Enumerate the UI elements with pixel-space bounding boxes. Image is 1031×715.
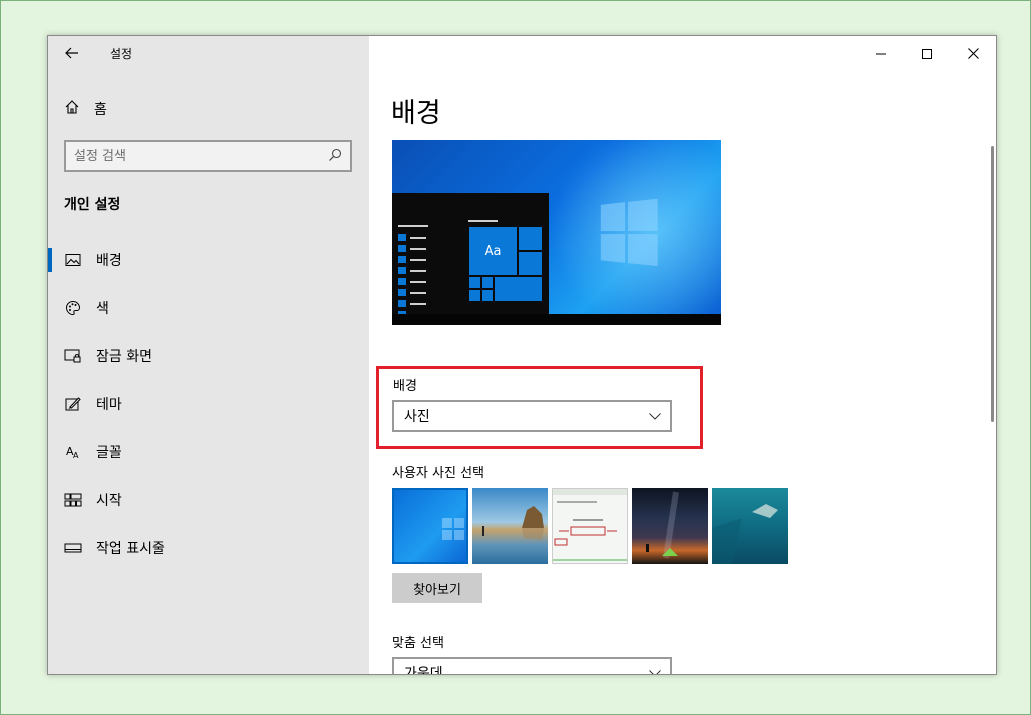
preview-tile-text: Aa bbox=[468, 226, 518, 276]
maximize-button[interactable] bbox=[904, 36, 950, 70]
close-button[interactable] bbox=[950, 36, 996, 70]
windows-logo-icon bbox=[600, 198, 659, 268]
sidebar-item-color[interactable]: 색 bbox=[48, 284, 369, 332]
background-dropdown[interactable]: 사진 bbox=[392, 400, 672, 432]
sidebar-item-label: 시작 bbox=[96, 493, 122, 509]
sidebar-item-background[interactable]: 배경 bbox=[48, 236, 369, 284]
photo-thumbnail-5[interactable] bbox=[712, 488, 788, 564]
picture-icon bbox=[64, 251, 82, 269]
scrollbar[interactable] bbox=[991, 146, 994, 422]
photo-thumbnail-1[interactable] bbox=[392, 488, 468, 564]
main-content: 배경 Aa 배경 사진 사용자 사진 선택 찾아보기 맞춤 선택 가운데 bbox=[369, 36, 996, 674]
sidebar-item-theme[interactable]: 테마 bbox=[48, 380, 369, 428]
fit-dropdown-value: 가운데 bbox=[404, 666, 443, 675]
sidebar: 설정 홈 개인 설정 배경 bbox=[48, 36, 369, 674]
app-title: 설정 bbox=[110, 47, 133, 61]
titlebar-left: 설정 bbox=[48, 36, 369, 70]
taskbar-icon bbox=[64, 539, 82, 557]
search-box bbox=[64, 140, 352, 172]
browse-button[interactable]: 찾아보기 bbox=[392, 573, 482, 603]
photo-thumbnail-3[interactable] bbox=[552, 488, 628, 564]
back-arrow-icon bbox=[65, 44, 79, 63]
palette-icon bbox=[64, 299, 82, 317]
sidebar-item-label: 배경 bbox=[96, 253, 122, 269]
sidebar-item-label: 잠금 화면 bbox=[96, 349, 152, 365]
sidebar-item-fonts[interactable]: AA 글꼴 bbox=[48, 428, 369, 476]
sidebar-item-home[interactable]: 홈 bbox=[48, 94, 369, 124]
search-icon[interactable] bbox=[328, 147, 342, 166]
photo-thumbnails bbox=[392, 488, 792, 564]
back-button[interactable] bbox=[60, 42, 84, 64]
fit-label: 맞춤 선택 bbox=[392, 636, 444, 651]
theme-brush-icon bbox=[64, 395, 82, 413]
close-icon bbox=[967, 44, 979, 63]
svg-text:A: A bbox=[73, 451, 79, 460]
window-controls bbox=[858, 36, 996, 70]
chevron-down-icon bbox=[640, 412, 670, 420]
background-label: 배경 bbox=[393, 379, 417, 394]
chevron-down-icon bbox=[640, 669, 670, 674]
sidebar-item-label: 글꼴 bbox=[96, 445, 122, 461]
photo-thumbnail-2[interactable] bbox=[472, 488, 548, 564]
section-title: 개인 설정 bbox=[64, 197, 121, 213]
sidebar-item-label: 색 bbox=[96, 301, 109, 317]
home-label: 홈 bbox=[94, 102, 107, 118]
background-preview: Aa bbox=[392, 140, 721, 325]
fit-dropdown[interactable]: 가운데 bbox=[392, 657, 672, 675]
sidebar-item-start[interactable]: 시작 bbox=[48, 476, 369, 524]
photo-picker-label: 사용자 사진 선택 bbox=[392, 466, 484, 481]
nav-list: 배경 색 잠금 화면 테마 A A 글꼴 시작 작업 표시줄 bbox=[48, 236, 369, 572]
home-icon bbox=[64, 99, 80, 119]
taskbar-preview bbox=[392, 314, 721, 325]
font-icon: AA bbox=[64, 443, 82, 461]
background-dropdown-value: 사진 bbox=[404, 409, 430, 425]
minimize-button[interactable] bbox=[858, 36, 904, 70]
sidebar-item-taskbar[interactable]: 작업 표시줄 bbox=[48, 524, 369, 572]
lock-screen-icon bbox=[64, 347, 82, 365]
page-title: 배경 bbox=[391, 98, 441, 129]
start-grid-icon bbox=[64, 491, 82, 509]
photo-thumbnail-4[interactable] bbox=[632, 488, 708, 564]
minimize-icon bbox=[876, 44, 886, 63]
maximize-icon bbox=[922, 44, 932, 63]
sidebar-item-label: 작업 표시줄 bbox=[96, 541, 165, 557]
search-input[interactable] bbox=[74, 148, 328, 164]
sidebar-item-lock-screen[interactable]: 잠금 화면 bbox=[48, 332, 369, 380]
settings-window: 설정 홈 개인 설정 배경 bbox=[47, 35, 997, 675]
sidebar-item-label: 테마 bbox=[96, 397, 122, 413]
